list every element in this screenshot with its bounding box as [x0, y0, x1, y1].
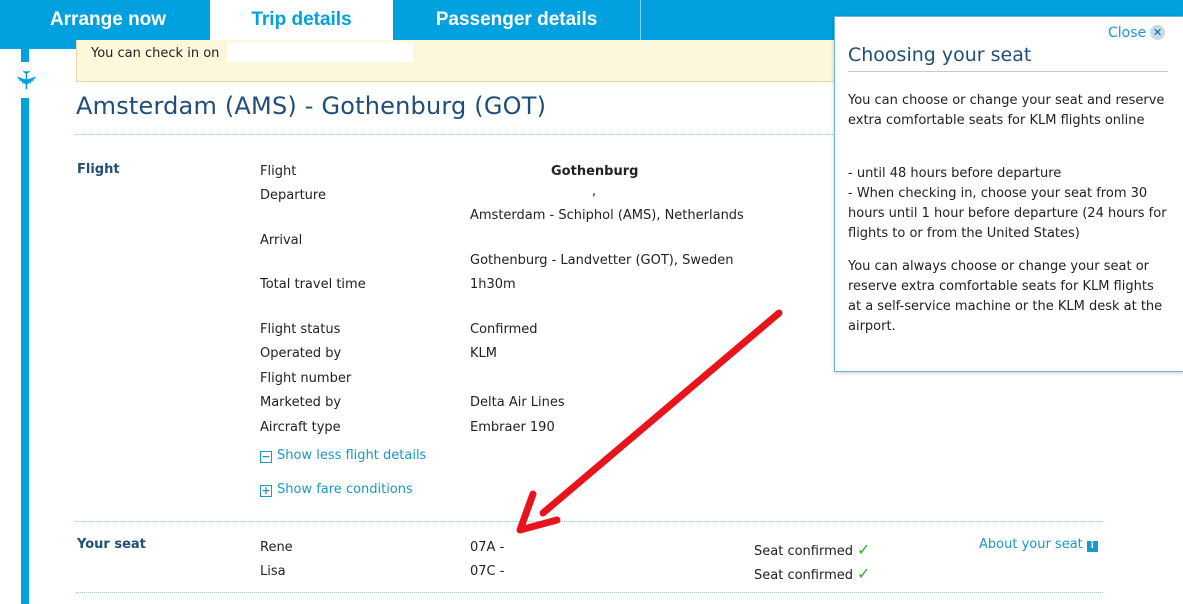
popup-bullet: - until 48 hours before departure — [848, 166, 1062, 181]
departure-label: Departure — [260, 188, 326, 203]
travel-time-value: 1h30m — [470, 277, 516, 292]
passenger-name: Rene — [260, 540, 293, 555]
flight-section-label: Flight — [77, 162, 120, 177]
show-fare-label: Show fare conditions — [277, 482, 413, 497]
checkmark-icon: ✓ — [857, 564, 871, 583]
popup-bullet: - When checking in, choose your seat fro… — [848, 186, 1167, 241]
your-seat-section-label: Your seat — [77, 537, 146, 552]
close-label: Close — [1108, 25, 1147, 41]
check-in-notice-text: You can check in on — [91, 46, 220, 61]
plus-box-icon: + — [260, 484, 272, 497]
departure-airport-value: Amsterdam - Schiphol (AMS), Netherlands — [470, 208, 744, 223]
info-icon: i — [1086, 541, 1098, 552]
arrow-shaft — [539, 309, 783, 517]
marketed-by-label: Marketed by — [260, 395, 342, 410]
show-fare-conditions-link[interactable]: + Show fare conditions — [260, 482, 413, 497]
marketed-by-value: Delta Air Lines — [470, 395, 565, 410]
popup-title: Choosing your seat — [848, 44, 1032, 66]
operated-by-value: KLM — [470, 346, 497, 361]
about-your-seat-link[interactable]: About your seat i — [979, 537, 1098, 552]
operated-by-label: Operated by — [260, 346, 342, 361]
popup-close-button[interactable]: Close ✕ — [1108, 25, 1166, 41]
flight-number-label: Flight number — [260, 371, 352, 386]
flight-value: Gothenburg — [551, 164, 639, 179]
popup-paragraph: You can choose or change your seat and r… — [848, 93, 1165, 128]
minus-box-icon: − — [260, 450, 272, 463]
divider — [76, 521, 1103, 522]
flight-label: Flight — [260, 164, 297, 179]
about-your-seat-label: About your seat — [979, 537, 1083, 552]
plane-icon: ✈ — [7, 62, 43, 98]
seat-status-text: Seat confirmed — [754, 544, 854, 559]
close-icon[interactable]: ✕ — [1150, 25, 1166, 40]
seat-status-text: Seat confirmed — [754, 568, 854, 583]
page-title: Amsterdam (AMS) - Gothenburg (GOT) — [76, 92, 547, 120]
passenger-name: Lisa — [260, 564, 286, 579]
arrival-label: Arrival — [260, 233, 303, 248]
passenger-seat: 07A - — [470, 540, 505, 555]
travel-time-label: Total travel time — [260, 277, 366, 292]
aircraft-type-label: Aircraft type — [260, 420, 341, 435]
arrow-head — [516, 490, 561, 534]
check-in-notice: You can check in on — [76, 40, 866, 82]
aircraft-type-value: Embraer 190 — [470, 420, 555, 435]
popup-paragraph: You can always choose or change your sea… — [848, 259, 1163, 334]
seat-info-popup: Close ✕ Choosing your seat You can choose… — [834, 16, 1183, 372]
progress-rail — [21, 49, 29, 604]
passenger-seat: 07C - — [470, 564, 505, 579]
arrival-airport-value: Gothenburg - Landvetter (GOT), Sweden — [470, 253, 734, 268]
redacted-area — [227, 43, 413, 62]
divider — [76, 592, 1103, 593]
flight-status-value: Confirmed — [470, 322, 538, 337]
show-less-flight-details-link[interactable]: − Show less flight details — [260, 448, 426, 463]
seat-status: Seat confirmed ✓ — [754, 540, 870, 559]
checkmark-icon: ✓ — [857, 540, 871, 559]
show-less-label: Show less flight details — [277, 448, 427, 463]
departure-time-value: , — [592, 184, 597, 199]
popup-divider — [848, 71, 1168, 72]
seat-status: Seat confirmed ✓ — [754, 564, 870, 583]
flight-status-label: Flight status — [260, 322, 341, 337]
